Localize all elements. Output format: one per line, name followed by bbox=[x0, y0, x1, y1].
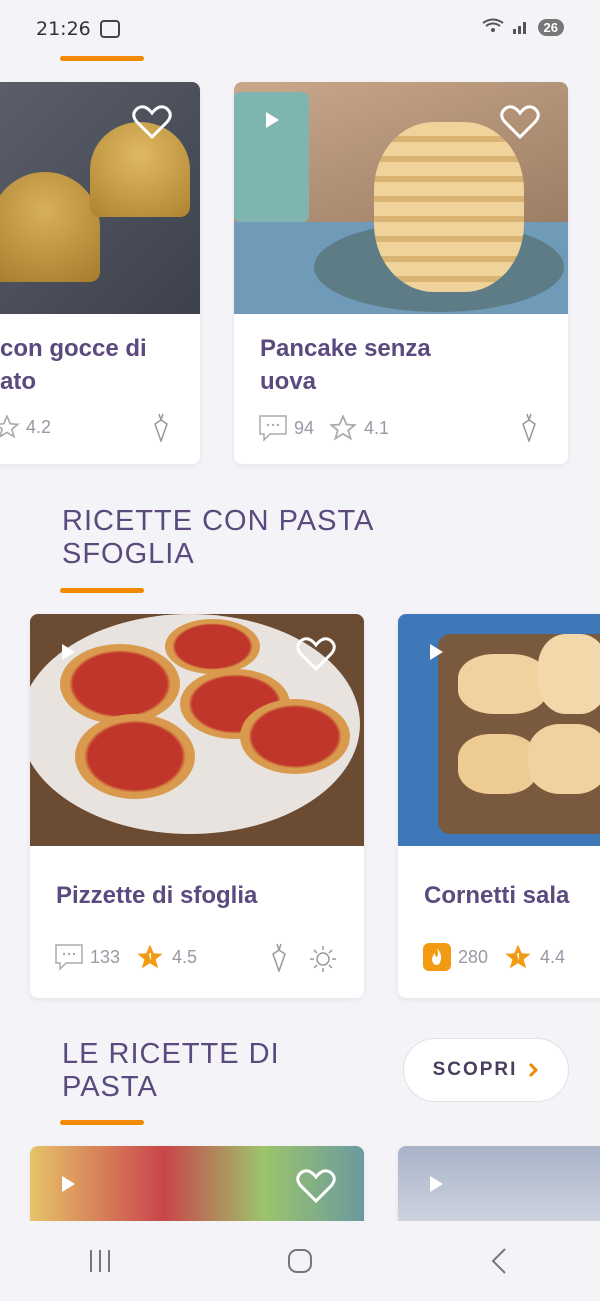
comment-icon bbox=[55, 944, 83, 971]
section-underline bbox=[60, 588, 144, 593]
favorite-heart-icon[interactable] bbox=[500, 104, 540, 140]
star-filled-icon bbox=[505, 944, 531, 969]
vegetarian-carrot-icon bbox=[522, 413, 536, 442]
recipe-card-pancake[interactable]: Pancake senza uova 94 4.1 bbox=[234, 82, 568, 464]
popular-flame-icon bbox=[423, 943, 451, 971]
back-icon[interactable] bbox=[485, 1246, 515, 1276]
recent-apps-icon[interactable] bbox=[85, 1246, 115, 1276]
section-underline bbox=[60, 1120, 144, 1125]
video-play-icon bbox=[430, 1176, 443, 1192]
screenshot-icon bbox=[100, 20, 120, 38]
star-outline-icon bbox=[329, 414, 357, 441]
vegetarian-carrot-icon bbox=[154, 413, 168, 442]
section-title-pasta: LE RICETTE DI PASTA bbox=[62, 1038, 280, 1103]
recipe-title: Pizzette di sfoglia bbox=[56, 882, 258, 909]
favorite-heart-icon[interactable] bbox=[132, 104, 172, 140]
status-time: 21:26 bbox=[36, 18, 91, 40]
recipe-title: con gocce di ato bbox=[0, 335, 147, 395]
recipe-card-muffin[interactable]: con gocce di ato 4.2 bbox=[0, 82, 200, 464]
system-navigation-bar bbox=[0, 1221, 600, 1301]
status-icons: 26 bbox=[481, 18, 564, 37]
recipe-card-pizzette[interactable]: Pizzette di sfoglia 133 4.5 bbox=[30, 614, 364, 998]
vegetarian-carrot-icon bbox=[272, 943, 286, 972]
recipe-title: Cornetti sala bbox=[424, 882, 570, 909]
recipe-meta: 280 4.4 bbox=[422, 942, 565, 972]
star-filled-icon bbox=[137, 944, 163, 969]
section-underline bbox=[60, 56, 144, 61]
recipe-meta: 133 4.5 bbox=[54, 942, 197, 972]
summer-sun-icon bbox=[310, 946, 336, 972]
battery-indicator: 26 bbox=[537, 19, 564, 36]
recipe-title: Pancake senza uova bbox=[260, 335, 431, 395]
recipe-meta: 94 4.1 bbox=[258, 414, 389, 442]
favorite-heart-icon[interactable] bbox=[296, 1168, 336, 1204]
section-title-sfoglia: RICETTE CON PASTA SFOGLIA bbox=[62, 505, 375, 570]
wifi-icon bbox=[481, 18, 504, 37]
video-play-icon bbox=[430, 644, 443, 660]
video-play-icon bbox=[62, 644, 75, 660]
favorite-heart-icon[interactable] bbox=[296, 636, 336, 672]
video-play-icon bbox=[266, 112, 279, 128]
comment-icon bbox=[259, 415, 287, 442]
home-icon[interactable] bbox=[285, 1246, 315, 1276]
discover-button-label: SCOPRI bbox=[432, 1059, 518, 1080]
signal-icon bbox=[512, 18, 530, 37]
chevron-right-icon bbox=[529, 1062, 539, 1078]
video-play-icon bbox=[62, 1176, 75, 1192]
recipe-rating: 4.2 bbox=[0, 414, 51, 440]
discover-button[interactable]: SCOPRI bbox=[403, 1038, 569, 1102]
recipe-image bbox=[398, 614, 600, 846]
star-outline-icon bbox=[0, 414, 20, 439]
recipe-card-cornetti[interactable]: Cornetti sala 280 4.4 bbox=[398, 614, 600, 998]
